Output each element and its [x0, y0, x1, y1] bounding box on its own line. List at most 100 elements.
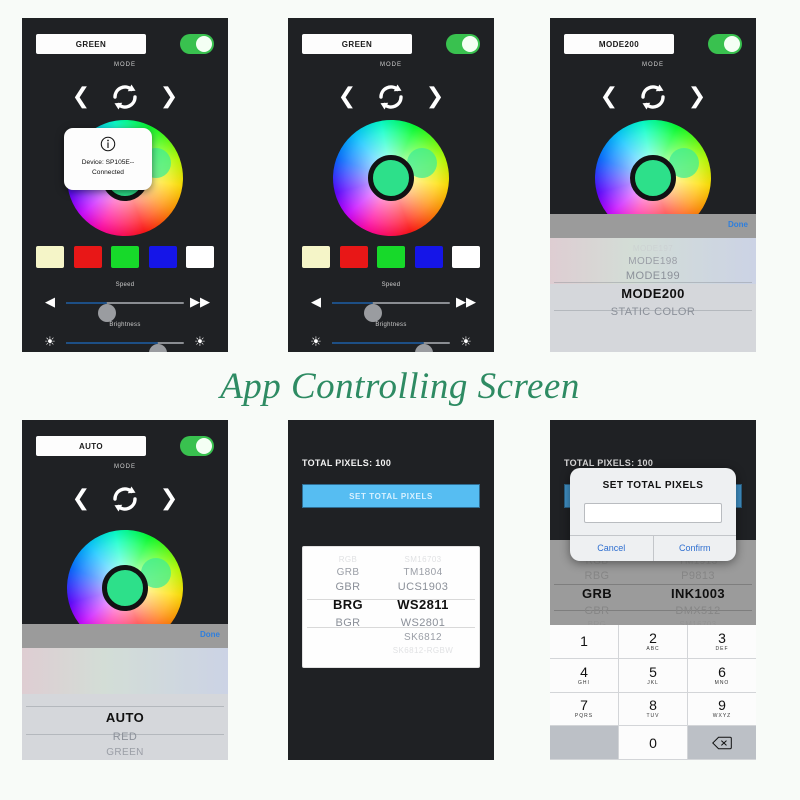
picker-item[interactable]: DMX512 — [675, 605, 720, 617]
speed-knob[interactable] — [98, 304, 117, 322]
picker-item[interactable]: GRB — [337, 567, 360, 578]
key-0[interactable]: 0 — [619, 726, 688, 760]
speed-track[interactable] — [66, 302, 184, 322]
mode-name-field[interactable]: MODE200 — [564, 34, 674, 54]
swatch-green[interactable] — [377, 246, 405, 268]
picker-item-selected[interactable]: BRG — [333, 597, 363, 612]
key-7[interactable]: 7 PQRS — [550, 692, 619, 727]
brightness-large-icon[interactable]: ☀ — [456, 334, 476, 352]
play-left-icon[interactable]: ◀ — [40, 294, 60, 312]
next-mode-icon[interactable]: ❯ — [686, 84, 708, 110]
mode-picker[interactable]: AUTO RED GREEN PRESET — [22, 648, 228, 760]
picker-item-selected[interactable]: INK1003 — [671, 586, 725, 601]
prev-mode-icon[interactable]: ❮ — [70, 486, 92, 512]
picker-item[interactable]: GBR — [584, 605, 609, 617]
power-toggle[interactable] — [180, 436, 214, 456]
brightness-track[interactable] — [332, 342, 450, 352]
refresh-loop-icon[interactable] — [108, 482, 142, 516]
confirm-button[interactable]: Confirm — [652, 536, 737, 561]
picker-item[interactable]: GREEN — [106, 747, 144, 758]
prev-mode-icon[interactable]: ❮ — [598, 84, 620, 110]
next-mode-icon[interactable]: ❯ — [158, 486, 180, 512]
swatch-white[interactable] — [452, 246, 480, 268]
picker-item[interactable]: MODE197 — [633, 244, 673, 253]
play-left-icon[interactable]: ◀ — [306, 294, 326, 312]
picker-item[interactable]: P9813 — [681, 570, 715, 582]
swatch-green[interactable] — [111, 246, 139, 268]
brightness-large-icon[interactable]: ☀ — [190, 334, 210, 352]
picker-item-selected[interactable]: MODE200 — [621, 286, 685, 301]
picker-done-button[interactable]: Done — [200, 630, 220, 639]
brightness-small-icon[interactable]: ☀ — [40, 334, 60, 352]
key-6[interactable]: 6 MNO — [688, 658, 756, 693]
swatch-white[interactable] — [186, 246, 214, 268]
picker-item[interactable]: MODE198 — [628, 256, 678, 267]
mode-name-field[interactable]: GREEN — [36, 34, 146, 54]
brightness-knob[interactable] — [415, 344, 434, 352]
picker-item[interactable]: SM16703 — [404, 555, 441, 564]
speed-knob[interactable] — [364, 304, 383, 322]
picker-done-button[interactable]: Done — [728, 220, 748, 229]
next-mode-icon[interactable]: ❯ — [158, 84, 180, 110]
picker-item-selected[interactable]: AUTO — [106, 710, 144, 725]
picker-item[interactable]: BGR — [335, 617, 360, 629]
color-wheel-center[interactable] — [102, 565, 148, 611]
key-3[interactable]: 3 DEF — [688, 625, 756, 659]
chip-type-column[interactable]: SM16703 TM1804 UCS1903 WS2811 WS2801 SK6… — [375, 547, 471, 667]
mode-name-field[interactable]: GREEN — [302, 34, 412, 54]
power-toggle[interactable] — [180, 34, 214, 54]
picker-item[interactable]: MODE199 — [626, 270, 680, 282]
led-type-picker[interactable]: RGB GRB GBR BRG BGR SM16703 TM1804 UCS19… — [302, 546, 480, 668]
set-total-pixels-button[interactable]: SET TOTAL PIXELS — [302, 484, 480, 508]
swatch-blue[interactable] — [148, 246, 177, 268]
picker-item[interactable]: RED — [113, 731, 137, 743]
key-2[interactable]: 2 ABC — [619, 625, 688, 659]
swatch-red[interactable] — [73, 246, 102, 268]
brightness-slider[interactable]: ☀ ☀ — [22, 332, 228, 352]
refresh-loop-icon[interactable] — [636, 80, 670, 114]
backspace-icon[interactable] — [688, 726, 756, 760]
picker-item[interactable]: RBG — [584, 570, 609, 582]
swatch-cream[interactable] — [302, 246, 330, 268]
picker-item[interactable]: STATIC COLOR — [611, 306, 695, 318]
fast-forward-icon[interactable]: ▶▶ — [456, 294, 476, 312]
swatch-red[interactable] — [339, 246, 368, 268]
color-wheel-center[interactable] — [630, 155, 676, 201]
picker-item-selected[interactable]: WS2811 — [397, 597, 449, 612]
picker-item[interactable]: SK6812-RGBW — [393, 646, 453, 655]
picker-item[interactable]: UCS1903 — [398, 581, 449, 593]
prev-mode-icon[interactable]: ❮ — [70, 84, 92, 110]
brightness-small-icon[interactable]: ☀ — [306, 334, 326, 352]
pixel-count-input[interactable] — [584, 503, 722, 523]
picker-item[interactable]: SK6812 — [404, 632, 442, 643]
color-wheel[interactable] — [313, 100, 469, 256]
prev-mode-icon[interactable]: ❮ — [336, 84, 358, 110]
brightness-track[interactable] — [66, 342, 184, 352]
fast-forward-icon[interactable]: ▶▶ — [190, 294, 210, 312]
picker-item[interactable]: GBR — [335, 581, 360, 593]
refresh-loop-icon[interactable] — [108, 80, 142, 114]
mode-name-field[interactable]: AUTO — [36, 436, 146, 456]
picker-item[interactable]: TM1804 — [403, 567, 442, 578]
speed-slider[interactable]: ◀ ▶▶ — [288, 292, 494, 322]
key-1[interactable]: 1 — [550, 625, 619, 659]
key-4[interactable]: 4 GHI — [550, 658, 619, 693]
power-toggle[interactable] — [446, 34, 480, 54]
picker-item[interactable]: RGB — [339, 555, 358, 564]
refresh-loop-icon[interactable] — [374, 80, 408, 114]
brightness-slider[interactable]: ☀ ☀ — [288, 332, 494, 352]
numeric-keypad[interactable]: 1 2 ABC 3 DEF 4 GHI 5 JKL 6 MNO 7 PQRS 8… — [550, 625, 756, 760]
next-mode-icon[interactable]: ❯ — [424, 84, 446, 110]
picker-item[interactable]: WS2801 — [401, 617, 446, 629]
mode-picker[interactable]: MODE197 MODE198 MODE199 MODE200 STATIC C… — [550, 238, 756, 352]
color-order-column[interactable]: RGB GRB GBR BRG BGR — [311, 547, 385, 667]
key-5[interactable]: 5 JKL — [619, 658, 688, 693]
swatch-cream[interactable] — [36, 246, 64, 268]
key-9[interactable]: 9 WXYZ — [688, 692, 756, 727]
picker-item-selected[interactable]: GRB — [582, 586, 612, 601]
cancel-button[interactable]: Cancel — [570, 536, 653, 561]
swatch-blue[interactable] — [414, 246, 443, 268]
brightness-knob[interactable] — [149, 344, 168, 352]
speed-track[interactable] — [332, 302, 450, 322]
color-wheel-center[interactable] — [368, 155, 414, 201]
